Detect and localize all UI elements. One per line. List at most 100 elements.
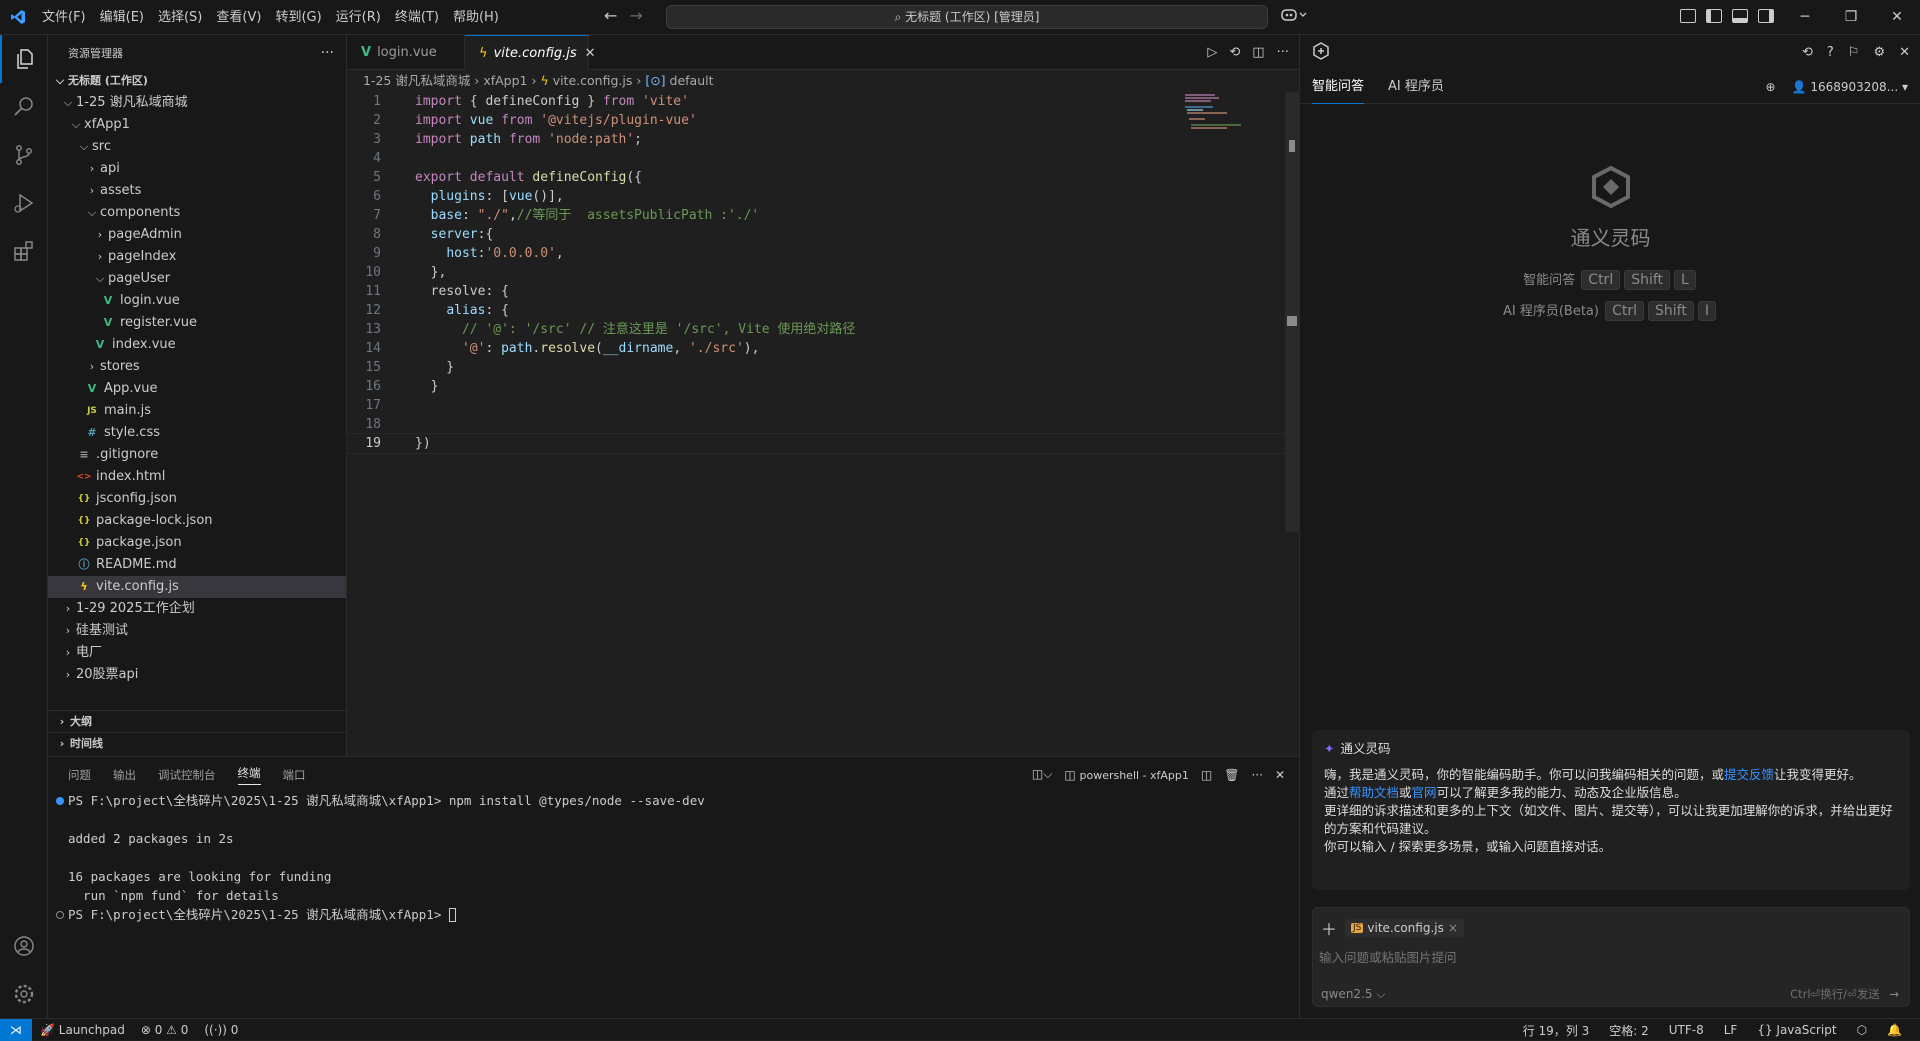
language-mode[interactable]: {} JavaScript	[1749, 1023, 1844, 1037]
breadcrumb-item[interactable]: default	[670, 73, 714, 88]
new-terminal-split-icon[interactable]: ◫⌵	[1032, 767, 1052, 782]
tab-output[interactable]: 输出	[113, 767, 136, 783]
close-window-icon[interactable]: ✕	[1874, 0, 1920, 35]
code-line[interactable]: 12 alias: {	[347, 301, 1287, 320]
remote-indicator-icon[interactable]: ⋊	[0, 1018, 32, 1041]
copilot-icon[interactable]	[1281, 8, 1307, 26]
code-line[interactable]: 1 import { defineConfig } from 'vite'	[347, 92, 1287, 111]
menu-go[interactable]: 转到(G)	[268, 0, 328, 35]
code-line[interactable]: 5 export default defineConfig({	[347, 168, 1287, 187]
feedback-link[interactable]: 提交反馈	[1724, 767, 1774, 782]
toggle-primary-sidebar-icon[interactable]	[1706, 9, 1722, 23]
back-arrow-icon[interactable]: ←	[604, 6, 617, 25]
launchpad-item[interactable]: 🚀 Launchpad	[32, 1023, 133, 1037]
tree-file[interactable]: Vregister.vue	[48, 312, 346, 334]
add-context-icon[interactable]: ＋	[1321, 916, 1337, 940]
split-terminal-icon[interactable]: ◫	[1201, 768, 1212, 782]
forward-arrow-icon[interactable]: →	[629, 6, 642, 25]
split-editor-icon[interactable]: ◫	[1252, 45, 1264, 60]
send-arrow-icon[interactable]: →	[1889, 987, 1899, 1001]
command-decoration-icon[interactable]	[56, 910, 64, 919]
official-site-link[interactable]: 官网	[1412, 785, 1437, 800]
tree-folder[interactable]: › assets	[48, 180, 346, 202]
tree-file[interactable]: V App.vue	[48, 378, 346, 400]
tab-terminal[interactable]: 终端	[237, 765, 261, 785]
tree-folder[interactable]: › stores	[48, 356, 346, 378]
tab-debug-console[interactable]: 调试控制台	[158, 767, 216, 783]
tree-file[interactable]: {} package-lock.json	[48, 510, 346, 532]
menu-file[interactable]: 文件(F)	[35, 0, 93, 35]
close-panel-icon[interactable]: ✕	[1899, 45, 1910, 60]
menu-help[interactable]: 帮助(H)	[446, 0, 506, 35]
remove-chip-icon[interactable]: ×	[1448, 921, 1458, 935]
code-line[interactable]: 16 }	[347, 377, 1287, 396]
history-icon[interactable]: ⟲	[1802, 45, 1813, 60]
help-icon[interactable]: ?	[1827, 45, 1834, 60]
tree-folder[interactable]: ⌵ pageUser	[48, 268, 346, 290]
tree-file[interactable]: ϟ vite.config.js	[48, 576, 346, 598]
tab-problems[interactable]: 问题	[68, 767, 91, 783]
timeline-history-icon[interactable]: ⟲	[1229, 45, 1240, 60]
menu-edit[interactable]: 编辑(E)	[93, 0, 151, 35]
menu-run[interactable]: 运行(R)	[329, 0, 388, 35]
tongyi-status-icon[interactable]: ⬡	[1849, 1023, 1875, 1037]
terminal-instance[interactable]: ◫ powershell - xfApp1	[1064, 768, 1189, 782]
panel-more-icon[interactable]: ···	[1251, 768, 1262, 782]
code-line[interactable]: 14 '@': path.resolve(__dirname, './src')…	[347, 339, 1287, 358]
code-line[interactable]: 9 host:'0.0.0.0',	[347, 244, 1287, 263]
account-icon[interactable]	[0, 922, 48, 970]
breadcrumb-item[interactable]: xfApp1	[483, 73, 527, 88]
code-line[interactable]: 8 server:{	[347, 225, 1287, 244]
indentation[interactable]: 空格: 2	[1601, 1022, 1657, 1039]
encoding[interactable]: UTF-8	[1661, 1023, 1712, 1037]
code-line[interactable]: 10 },	[347, 263, 1287, 282]
command-center-search[interactable]: ⌕ 无标题 (工作区) [管理员]	[666, 5, 1268, 29]
tree-file[interactable]: {} jsconfig.json	[48, 488, 346, 510]
tree-file[interactable]: {} package.json	[48, 532, 346, 554]
close-tab-icon[interactable]: ✕	[585, 46, 596, 61]
minimize-icon[interactable]: ─	[1782, 0, 1828, 35]
breadcrumb-item[interactable]: vite.config.js	[553, 73, 633, 88]
tree-file[interactable]: <> index.html	[48, 466, 346, 488]
code-line[interactable]: 17	[347, 396, 1287, 415]
tab-ai-programmer[interactable]: AI 程序员	[1388, 70, 1444, 104]
code-editor[interactable]: 1 import { defineConfig } from 'vite' 2 imp…	[346, 92, 1288, 756]
code-line[interactable]: 18	[347, 415, 1287, 434]
tree-file[interactable]: ⓘ README.md	[48, 554, 346, 576]
minimap[interactable]	[1185, 92, 1285, 132]
cursor-position[interactable]: 行 19，列 3	[1515, 1022, 1598, 1039]
tab-vite-config-js[interactable]: ϟ vite.config.js ✕	[465, 35, 596, 70]
code-line[interactable]: 3 import path from 'node:path';	[347, 130, 1287, 149]
source-control-icon[interactable]	[0, 131, 48, 179]
code-line[interactable]: 11 resolve: {	[347, 282, 1287, 301]
tree-folder[interactable]: › 20股票api	[48, 664, 346, 686]
tree-file[interactable]: JS main.js	[48, 400, 346, 422]
tree-folder[interactable]: › 硅基测试	[48, 620, 346, 642]
extensions-icon[interactable]	[0, 227, 48, 275]
tree-folder[interactable]: › 电厂	[48, 642, 346, 664]
workspace-root[interactable]: ⌵ 无标题 (工作区)	[48, 70, 346, 92]
toggle-secondary-sidebar-icon[interactable]	[1758, 9, 1774, 23]
code-line[interactable]: 7 base: "./",//等同于 assetsPublicPath :'./…	[347, 206, 1287, 225]
menu-terminal[interactable]: 终端(T)	[388, 0, 446, 35]
editor-scrollbar[interactable]	[1285, 92, 1299, 532]
settings-icon[interactable]: ⚙	[1873, 45, 1885, 60]
tree-folder[interactable]: ⌵ src	[48, 136, 346, 158]
tree-folder[interactable]: › 1-29 2025工作企划	[48, 598, 346, 620]
search-view-icon[interactable]	[0, 83, 48, 131]
more-actions-icon[interactable]: ···	[321, 45, 334, 61]
toggle-panel-icon[interactable]	[1732, 9, 1748, 23]
new-chat-icon[interactable]: ⊕	[1766, 70, 1776, 104]
run-code-icon[interactable]: ▷	[1207, 45, 1217, 60]
tree-folder[interactable]: › pageIndex	[48, 246, 346, 268]
code-line[interactable]: 6 plugins: [vue()],	[347, 187, 1287, 206]
tree-file[interactable]: # style.css	[48, 422, 346, 444]
model-selector[interactable]: qwen2.5 ⌵	[1321, 987, 1385, 1002]
settings-gear-icon[interactable]	[0, 970, 48, 1018]
kill-terminal-icon[interactable]: 🗑	[1224, 768, 1239, 782]
menu-selection[interactable]: 选择(S)	[151, 0, 209, 35]
code-line[interactable]: 13 // '@': '/src' // 注意这里是 '/src', Vite …	[347, 320, 1287, 339]
close-panel-icon[interactable]: ✕	[1275, 768, 1285, 782]
menu-view[interactable]: 查看(V)	[209, 0, 268, 35]
code-line[interactable]: 19})	[346, 433, 1288, 454]
